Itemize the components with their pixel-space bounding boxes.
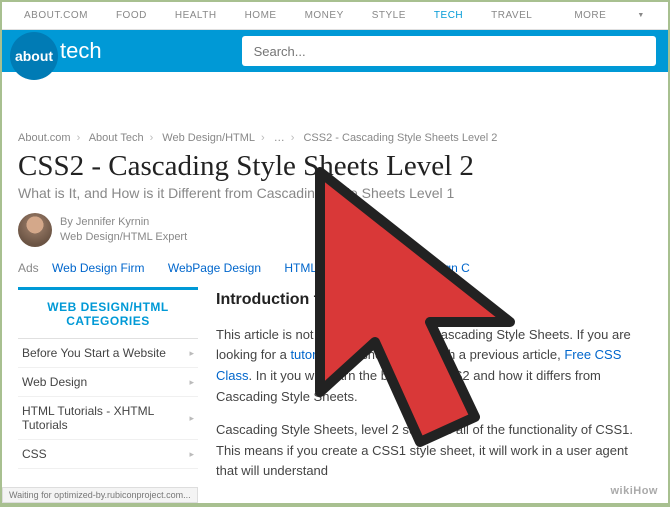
breadcrumb: About.com› About Tech› Web Design/HTML› … <box>18 132 652 144</box>
ad-link[interactable]: Design C <box>420 261 469 275</box>
top-nav: ABOUT.COM FOOD HEALTH HOME MONEY STYLE T… <box>2 2 668 30</box>
chevron-down-icon: ▼ <box>623 12 658 19</box>
ad-link[interactable]: My Design <box>340 261 397 275</box>
logo-badge: about <box>10 32 58 80</box>
breadcrumb-item[interactable]: About Tech <box>89 132 144 144</box>
status-bar: Waiting for optimized-by.rubiconproject.… <box>2 487 198 503</box>
breadcrumb-item[interactable]: About.com <box>18 132 71 144</box>
ad-link[interactable]: HTML <box>284 261 317 275</box>
breadcrumb-item[interactable]: Web Design/HTML <box>162 132 255 144</box>
sidebar-item[interactable]: Web Design▸ <box>18 368 198 397</box>
topnav-item[interactable]: TRAVEL <box>477 10 546 21</box>
breadcrumb-item: … <box>274 132 285 144</box>
topnav-item-active[interactable]: TECH <box>420 10 477 21</box>
search-box <box>242 36 656 66</box>
sidebar: WEB DESIGN/HTML CATEGORIES Before You St… <box>18 287 198 494</box>
sidebar-header: WEB DESIGN/HTML CATEGORIES <box>18 287 198 339</box>
author-block: By Jennifer Kyrnin Web Design/HTML Exper… <box>18 213 652 247</box>
topnav-item[interactable]: STYLE <box>358 10 420 21</box>
author-role: Web Design/HTML Expert <box>60 230 187 245</box>
article-paragraph: This article is not meant to teach you C… <box>216 325 652 408</box>
article-link[interactable]: tutorial <box>290 347 329 362</box>
sidebar-item[interactable]: HTML Tutorials - XHTML Tutorials▸ <box>18 397 198 440</box>
topnav-more[interactable]: MORE ▼ <box>546 10 668 21</box>
page-title: CSS2 - Cascading Style Sheets Level 2 <box>18 150 652 183</box>
chevron-right-icon: ▸ <box>189 348 194 359</box>
sidebar-item[interactable]: CSS▸ <box>18 440 198 469</box>
chevron-right-icon: ▸ <box>189 377 194 388</box>
site-header: about tech <box>2 30 668 72</box>
logo[interactable]: about tech <box>10 22 102 80</box>
logo-text: tech <box>60 38 102 64</box>
topnav-item[interactable]: HOME <box>231 10 291 21</box>
chevron-right-icon: ▸ <box>189 449 194 460</box>
ad-link[interactable]: WebPage Design <box>168 261 261 275</box>
ads-label: Ads <box>18 261 39 275</box>
topnav-item[interactable]: ABOUT.COM <box>10 10 102 21</box>
article-paragraph: Cascading Style Sheets, level 2 supports… <box>216 420 652 482</box>
article-body: Introduction to CSS This article is not … <box>216 287 652 494</box>
ad-link[interactable]: Web Design Firm <box>52 261 144 275</box>
ads-row: Ads Web Design Firm WebPage Design HTML … <box>18 261 652 275</box>
search-input[interactable] <box>242 36 656 66</box>
topnav-item[interactable]: FOOD <box>102 10 161 21</box>
sidebar-item[interactable]: Before You Start a Website▸ <box>18 339 198 368</box>
chevron-right-icon: ▸ <box>189 413 194 424</box>
author-name[interactable]: By Jennifer Kyrnin <box>60 215 187 230</box>
topnav-item[interactable]: HEALTH <box>161 10 231 21</box>
article-heading: Introduction to CSS <box>216 287 652 313</box>
topnav-item[interactable]: MONEY <box>291 10 358 21</box>
watermark: wikiHow <box>610 485 658 497</box>
avatar <box>18 213 52 247</box>
page-subtitle: What is It, and How is it Different from… <box>18 185 652 201</box>
breadcrumb-current: CSS2 - Cascading Style Sheets Level 2 <box>303 132 497 144</box>
